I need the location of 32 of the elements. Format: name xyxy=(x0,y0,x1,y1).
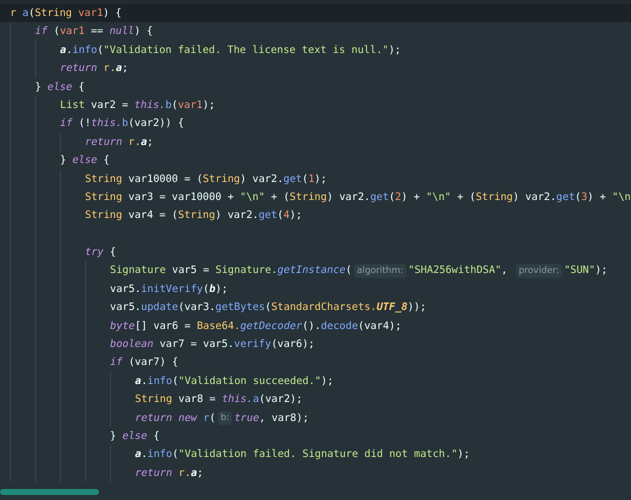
code-text: var5.update(var3.getBytes(StandardCharsets.UTF_8)); xyxy=(110,300,426,316)
code-text: String var8 = this.a(var2); xyxy=(135,392,302,408)
code-text: } else { xyxy=(35,80,85,95)
code-text: String var4 = (String) var2.get(4); xyxy=(85,208,302,224)
code-text: a.info("Validation failed. The license text is null."); xyxy=(60,42,401,58)
code-text: byte[] var6 = Base64.getDecoder().decode(var4); xyxy=(110,318,402,334)
code-text: a.info("Validation succeeded."); xyxy=(135,374,334,389)
code-text: r a(String var1) { xyxy=(10,6,122,21)
code-text: return r.a; xyxy=(135,466,204,481)
code-text: if (var1 == null) { xyxy=(35,24,153,40)
code-text: "SUN"); xyxy=(564,263,608,278)
code-text: return r.a; xyxy=(85,134,154,150)
code-text: if (var7) { xyxy=(110,355,178,370)
code-text: boolean var7 = var5.verify(var6); xyxy=(110,337,315,352)
code-text: } else { xyxy=(110,428,160,444)
horizontal-scrollbar[interactable] xyxy=(0,489,99,495)
code-text: List var2 = this.b(var1); xyxy=(60,98,216,113)
code-text: String var10000 = (String) var2.get(1); xyxy=(85,172,327,187)
code-text: "SHA256withDSA", xyxy=(408,263,508,278)
code-text: } else { xyxy=(60,153,110,168)
inlay-hint: algorithm: xyxy=(354,264,406,278)
code-text: a.info("Validation failed. Signature did not match."); xyxy=(135,447,470,462)
code-text: if (!this.b(var2)) { xyxy=(60,116,184,132)
inlay-hint: b: xyxy=(218,410,232,425)
code-text: String var3 = var10000 + "\n" + (String) var2.get(2) + "\n" + (String) var2.get(3) + "\n xyxy=(85,190,631,205)
code-text: try { xyxy=(85,245,116,260)
code-text: return r.a; xyxy=(60,61,128,76)
inlay-hint: provider: xyxy=(516,264,562,278)
code-text: Signature var5 = Signature.getInstance( xyxy=(110,263,352,278)
code-text: return new r( xyxy=(135,410,216,426)
code-text: var5.initVerify(b); xyxy=(110,282,228,297)
code-text: true, var8); xyxy=(234,410,309,426)
